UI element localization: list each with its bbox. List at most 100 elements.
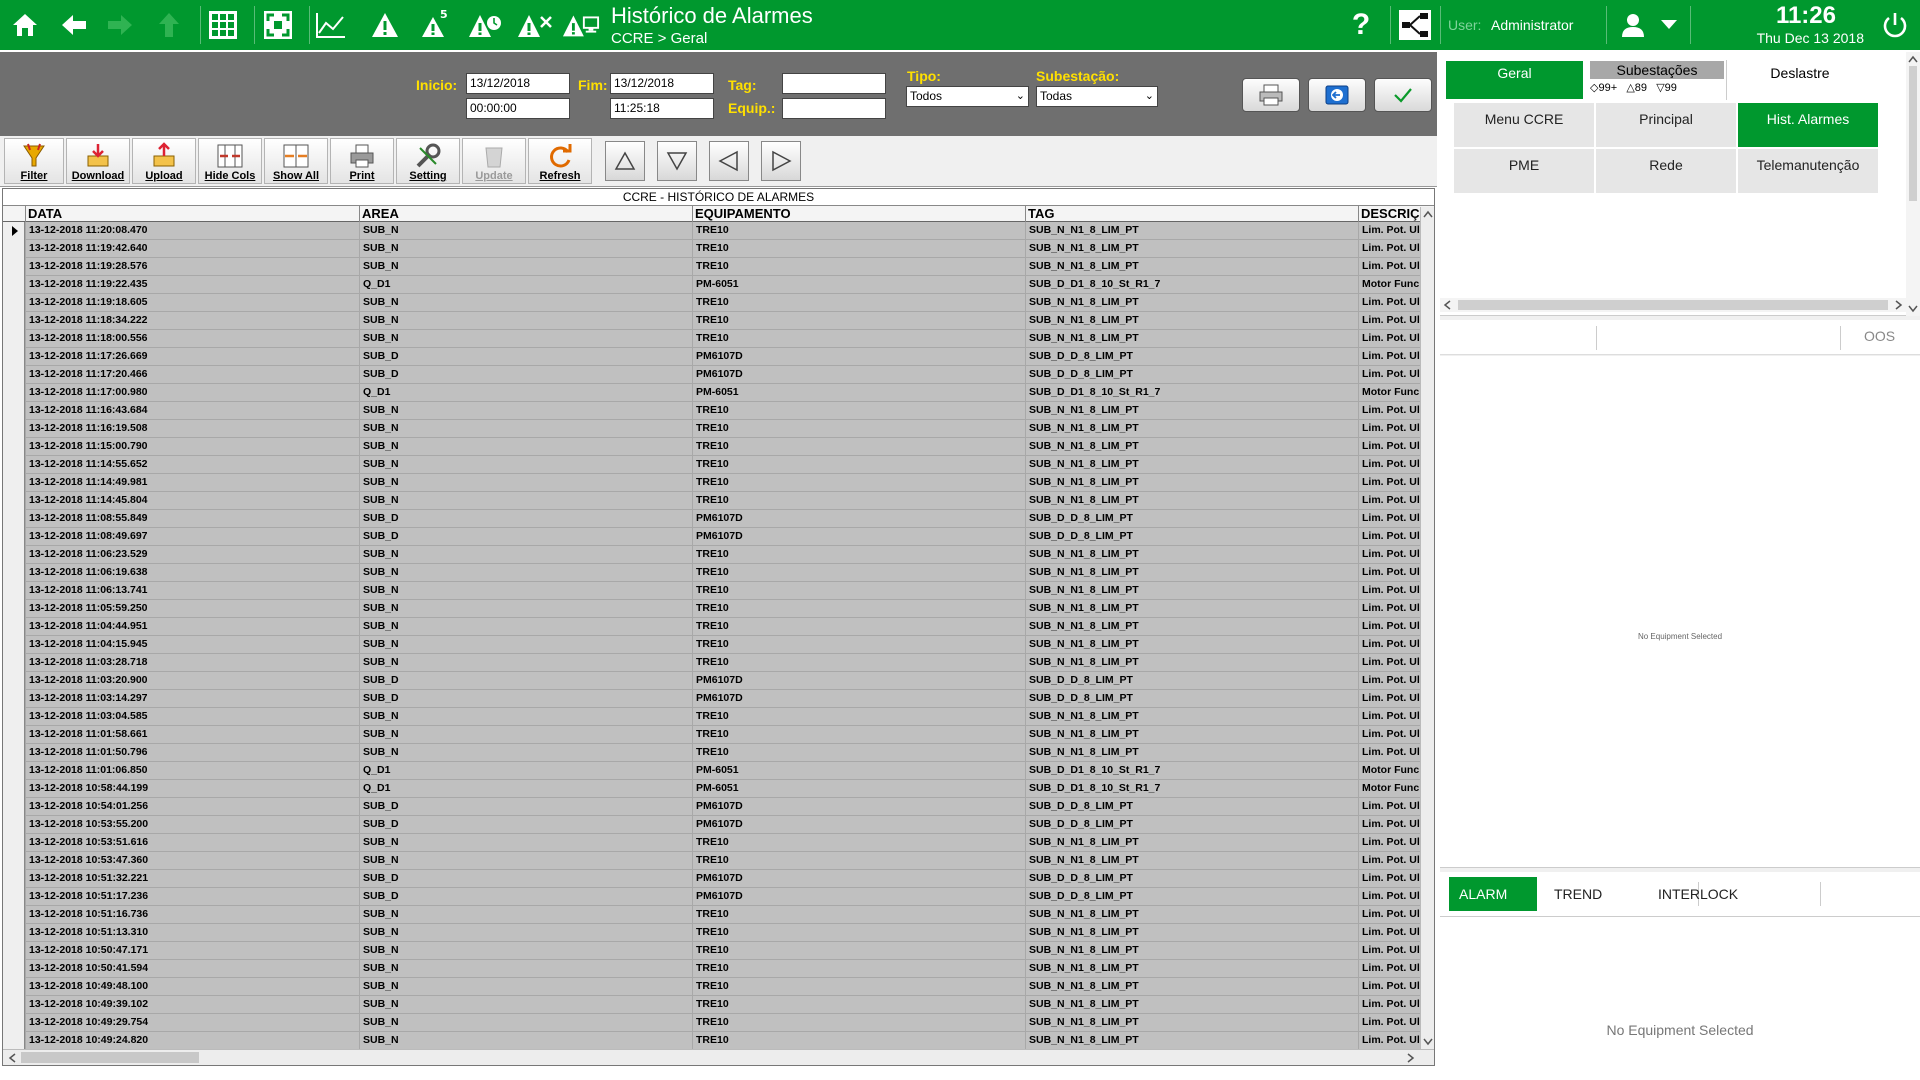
table-row[interactable]: 13-12-2018 11:04:44.951 SUB_N TRE10 SUB_N_N… xyxy=(3,618,1434,636)
row-selector[interactable] xyxy=(3,618,25,636)
table-row[interactable]: 13-12-2018 11:19:22.435 Q_D1 PM-6051 SUB_D_… xyxy=(3,276,1434,294)
fim-date-input[interactable]: 13/12/2018 xyxy=(610,73,714,94)
row-selector[interactable] xyxy=(3,654,25,672)
table-row[interactable]: 13-12-2018 11:18:34.222 SUB_N TRE10 SUB_N_N… xyxy=(3,312,1434,330)
row-selector[interactable] xyxy=(3,690,25,708)
row-selector[interactable] xyxy=(3,564,25,582)
network-icon[interactable] xyxy=(1396,6,1434,44)
row-selector[interactable] xyxy=(3,996,25,1014)
table-row[interactable]: 13-12-2018 11:18:00.556 SUB_N TRE10 SUB_N_N… xyxy=(3,330,1434,348)
scroll-right-icon[interactable] xyxy=(1406,1052,1416,1064)
nav-hist-alarmes[interactable]: Hist. Alarmes xyxy=(1738,103,1878,147)
nav-menu-ccre[interactable]: Menu CCRE xyxy=(1454,103,1594,147)
table-row[interactable]: 13-12-2018 10:51:16.736 SUB_N TRE10 SUB_N_N… xyxy=(3,906,1434,924)
hide-cols-button[interactable]: Hide Cols xyxy=(198,138,262,184)
table-row[interactable]: 13-12-2018 11:17:00.980 Q_D1 PM-6051 SUB_D_… xyxy=(3,384,1434,402)
tab-deslastre[interactable]: Deslastre xyxy=(1730,61,1870,99)
row-selector[interactable] xyxy=(3,708,25,726)
horizontal-scroll-thumb[interactable] xyxy=(21,1052,199,1063)
download-button[interactable]: Download xyxy=(66,138,130,184)
table-row[interactable]: 13-12-2018 11:16:19.508 SUB_N TRE10 SUB_N_N… xyxy=(3,420,1434,438)
table-row[interactable]: 13-12-2018 11:17:26.669 SUB_D PM6107D SUB_D… xyxy=(3,348,1434,366)
vertical-scrollbar[interactable] xyxy=(1420,207,1434,1049)
table-row[interactable]: 13-12-2018 10:51:13.310 SUB_N TRE10 SUB_N_N… xyxy=(3,924,1434,942)
nav-telemanutencao[interactable]: Telemanutenção xyxy=(1738,149,1878,193)
help-icon[interactable]: ? xyxy=(1342,6,1380,44)
row-selector[interactable] xyxy=(3,312,25,330)
row-selector[interactable] xyxy=(3,420,25,438)
table-row[interactable]: 13-12-2018 10:50:41.594 SUB_N TRE10 SUB_N_N… xyxy=(3,960,1434,978)
table-row[interactable]: 13-12-2018 11:01:50.796 SUB_N TRE10 SUB_N_N… xyxy=(3,744,1434,762)
row-selector[interactable] xyxy=(3,438,25,456)
nav-vscroll-thumb[interactable] xyxy=(1909,66,1917,201)
row-selector[interactable] xyxy=(3,366,25,384)
row-selector[interactable] xyxy=(3,978,25,996)
row-selector[interactable] xyxy=(3,384,25,402)
nav-pme[interactable]: PME xyxy=(1454,149,1594,193)
row-selector[interactable] xyxy=(3,744,25,762)
filter-button[interactable]: Filter xyxy=(4,138,64,184)
tab-trend[interactable]: TREND xyxy=(1544,877,1638,911)
table-row[interactable]: 13-12-2018 11:14:49.981 SUB_N TRE10 SUB_N_N… xyxy=(3,474,1434,492)
horizontal-scrollbar[interactable] xyxy=(3,1049,1434,1065)
power-icon[interactable] xyxy=(1876,6,1914,44)
show-all-button[interactable]: Show All xyxy=(264,138,328,184)
table-row[interactable]: 13-12-2018 10:58:44.199 Q_D1 PM-6051 SUB_D_… xyxy=(3,780,1434,798)
table-row[interactable]: 13-12-2018 11:03:04.585 SUB_N TRE10 SUB_N_N… xyxy=(3,708,1434,726)
table-row[interactable]: 13-12-2018 10:49:29.754 SUB_N TRE10 SUB_N_N… xyxy=(3,1014,1434,1032)
scroll-up-icon[interactable] xyxy=(1422,209,1434,219)
table-row[interactable]: 13-12-2018 11:08:49.697 SUB_D PM6107D SUB_D… xyxy=(3,528,1434,546)
row-selector[interactable] xyxy=(3,852,25,870)
equip-input[interactable] xyxy=(782,98,886,119)
row-selector[interactable] xyxy=(3,960,25,978)
row-selector[interactable] xyxy=(3,600,25,618)
row-selector[interactable] xyxy=(3,888,25,906)
table-row[interactable]: 13-12-2018 11:06:13.741 SUB_N TRE10 SUB_N_N… xyxy=(3,582,1434,600)
table-row[interactable]: 13-12-2018 10:54:01.256 SUB_D PM6107D SUB_D… xyxy=(3,798,1434,816)
row-selector[interactable] xyxy=(3,1014,25,1032)
nav-last-button[interactable] xyxy=(657,141,697,181)
nav-scroll-thumb[interactable] xyxy=(1458,300,1888,310)
table-row[interactable]: 13-12-2018 11:03:14.297 SUB_D PM6107D SUB_D… xyxy=(3,690,1434,708)
back-arrow-icon[interactable] xyxy=(55,6,93,44)
trend-chart-icon[interactable] xyxy=(312,6,350,44)
row-selector[interactable] xyxy=(3,492,25,510)
confirm-button[interactable] xyxy=(1374,78,1432,112)
table-row[interactable]: 13-12-2018 11:03:28.718 SUB_N TRE10 SUB_N_N… xyxy=(3,654,1434,672)
table-row[interactable]: 13-12-2018 10:51:32.221 SUB_D PM6107D SUB_D… xyxy=(3,870,1434,888)
alarm-warning-icon[interactable] xyxy=(366,6,404,44)
nav-principal[interactable]: Principal xyxy=(1596,103,1736,147)
table-row[interactable]: 13-12-2018 11:19:42.640 SUB_N TRE10 SUB_N_N… xyxy=(3,240,1434,258)
setting-button[interactable]: Setting xyxy=(396,138,460,184)
table-row[interactable]: 13-12-2018 11:01:06.850 Q_D1 PM-6051 SUB_D_… xyxy=(3,762,1434,780)
inicio-date-input[interactable]: 13/12/2018 xyxy=(466,73,570,94)
print-report-button[interactable] xyxy=(1242,78,1300,112)
table-row[interactable]: 13-12-2018 10:49:39.102 SUB_N TRE10 SUB_N_N… xyxy=(3,996,1434,1014)
home-icon[interactable] xyxy=(6,6,44,44)
table-row[interactable]: 13-12-2018 11:17:20.466 SUB_D PM6107D SUB_D… xyxy=(3,366,1434,384)
table-row[interactable]: 13-12-2018 10:50:47.171 SUB_N TRE10 SUB_N_N… xyxy=(3,942,1434,960)
column-header-equipamento[interactable]: EQUIPAMENTO xyxy=(692,206,1025,222)
table-row[interactable]: 13-12-2018 10:51:17.236 SUB_D PM6107D SUB_D… xyxy=(3,888,1434,906)
table-row[interactable]: 13-12-2018 11:14:45.804 SUB_N TRE10 SUB_N_N… xyxy=(3,492,1434,510)
chevron-down-icon[interactable] xyxy=(1650,6,1688,44)
table-row[interactable]: 13-12-2018 11:08:55.849 SUB_D PM6107D SUB_D… xyxy=(3,510,1434,528)
scroll-up-icon[interactable] xyxy=(1907,54,1919,64)
row-selector[interactable] xyxy=(3,834,25,852)
row-selector[interactable] xyxy=(3,222,25,240)
table-row[interactable]: 13-12-2018 10:49:48.100 SUB_N TRE10 SUB_N_N… xyxy=(3,978,1434,996)
table-row[interactable]: 13-12-2018 11:03:20.900 SUB_D PM6107D SUB_D… xyxy=(3,672,1434,690)
row-selector[interactable] xyxy=(3,816,25,834)
row-selector[interactable] xyxy=(3,906,25,924)
tab-geral[interactable]: Geral xyxy=(1446,61,1583,99)
column-header-area[interactable]: AREA xyxy=(359,206,692,222)
row-selector[interactable] xyxy=(3,762,25,780)
tab-alarm[interactable]: ALARM xyxy=(1449,877,1537,911)
alarm-station-icon[interactable] xyxy=(562,6,600,44)
table-row[interactable]: 13-12-2018 11:16:43.684 SUB_N TRE10 SUB_N_N… xyxy=(3,402,1434,420)
alarm-clear-icon[interactable] xyxy=(516,6,554,44)
table-row[interactable]: 13-12-2018 10:53:55.200 SUB_D PM6107D SUB_D… xyxy=(3,816,1434,834)
row-selector[interactable] xyxy=(3,474,25,492)
row-selector[interactable] xyxy=(3,456,25,474)
column-header-data[interactable]: DATA xyxy=(25,206,359,222)
